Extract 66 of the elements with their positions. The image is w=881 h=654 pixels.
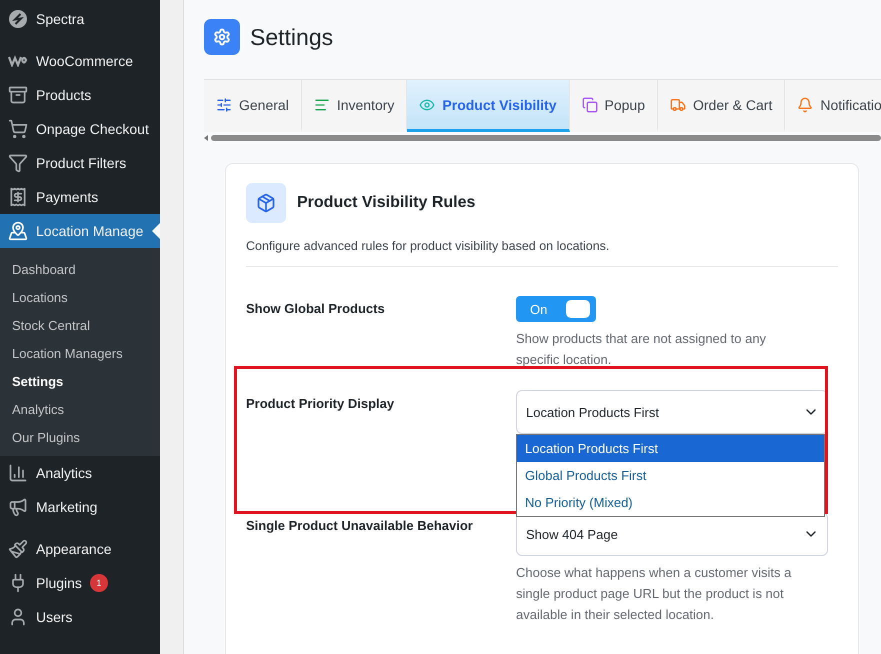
menu-item[interactable]: Plugins 1: [0, 566, 160, 600]
map-icon: [8, 221, 28, 241]
menu-label: Marketing: [36, 499, 98, 515]
tab[interactable]: Popup: [570, 80, 658, 132]
card-title: Product Visibility Rules: [297, 194, 476, 212]
menu-item[interactable]: Products: [0, 78, 160, 112]
menu-item[interactable]: Appearance: [0, 532, 160, 566]
menu-label: Onpage Checkout: [36, 121, 149, 137]
menu-label: Plugins: [36, 575, 82, 591]
menu-label: Users: [36, 609, 73, 625]
tab[interactable]: Product Visibility: [407, 80, 570, 132]
payment-icon: [8, 187, 28, 207]
menu-label: Appearance: [36, 541, 112, 557]
card-description: Configure advanced rules for product visibility based on locations.: [246, 239, 838, 267]
s-logo-icon: [8, 9, 28, 29]
settings-icon: [204, 19, 240, 55]
menu-label: Spectra: [36, 11, 84, 27]
menu-item[interactable]: Onpage Checkout: [0, 112, 160, 146]
setting-help: Show products that are not assigned to any specific location.: [516, 330, 768, 369]
menu-item[interactable]: Analytics: [0, 456, 160, 490]
submenu-item[interactable]: Locations: [0, 283, 160, 311]
dropdown-option[interactable]: Location Products First: [517, 435, 824, 462]
menu-item[interactable]: Users: [0, 600, 160, 634]
menu-label: Location Manage: [36, 223, 144, 239]
page-title: Settings: [250, 24, 334, 50]
submenu-item[interactable]: Analytics: [0, 395, 160, 423]
menu-item[interactable]: Product Filters: [0, 146, 160, 180]
scrollbar-thumb[interactable]: [211, 135, 881, 141]
dropdown-select[interactable]: Location Products First: [516, 390, 828, 434]
package-icon: [246, 183, 286, 223]
w-logo-icon: [8, 55, 28, 67]
submenu-item[interactable]: Dashboard: [0, 255, 160, 283]
brush-icon: [8, 539, 28, 559]
setting-label: Product Priority Display: [246, 395, 396, 413]
submenu-item[interactable]: Our Plugins: [0, 423, 160, 451]
eye-icon: [419, 96, 436, 112]
menu-item[interactable]: Spectra: [0, 2, 160, 36]
tab[interactable]: General: [204, 80, 302, 132]
tab[interactable]: Notificatio: [785, 80, 881, 132]
copy-icon: [582, 96, 598, 112]
cart-icon: [8, 119, 28, 139]
tab[interactable]: Order & Cart: [658, 80, 786, 132]
list-chart-icon: [314, 96, 330, 112]
megaphone-icon: [8, 497, 28, 517]
menu-item[interactable]: Marketing: [0, 490, 160, 524]
menu-item[interactable]: WooCommerce: [0, 44, 160, 78]
setting-label: Show Global Products: [246, 300, 386, 318]
bell-icon: [797, 96, 814, 112]
menu-label: Products: [36, 87, 92, 103]
menu-label: Product Filters: [36, 155, 126, 171]
menu-item[interactable]: Location Manage: [0, 214, 160, 248]
archive-icon: [8, 85, 28, 105]
submenu-item[interactable]: Location Managers: [0, 339, 160, 367]
menu-item[interactable]: Payments: [0, 180, 160, 214]
submenu-item[interactable]: Settings: [0, 367, 160, 395]
sliders-icon: [216, 96, 232, 112]
count-badge: 1: [90, 574, 108, 592]
bar-chart-icon: [8, 463, 28, 483]
filter-icon: [8, 153, 28, 173]
menu-label: Analytics: [36, 465, 92, 481]
setting-label: Single Product Unavailable Behavior: [246, 517, 474, 535]
truck-icon: [670, 96, 686, 112]
menu-label: Payments: [36, 189, 98, 205]
menu-label: WooCommerce: [36, 53, 133, 69]
setting-help: Choose what happens when a customer visits a single product page URL but the product is not available in their selected location.: [516, 564, 792, 624]
submenu-item[interactable]: Stock Central: [0, 311, 160, 339]
